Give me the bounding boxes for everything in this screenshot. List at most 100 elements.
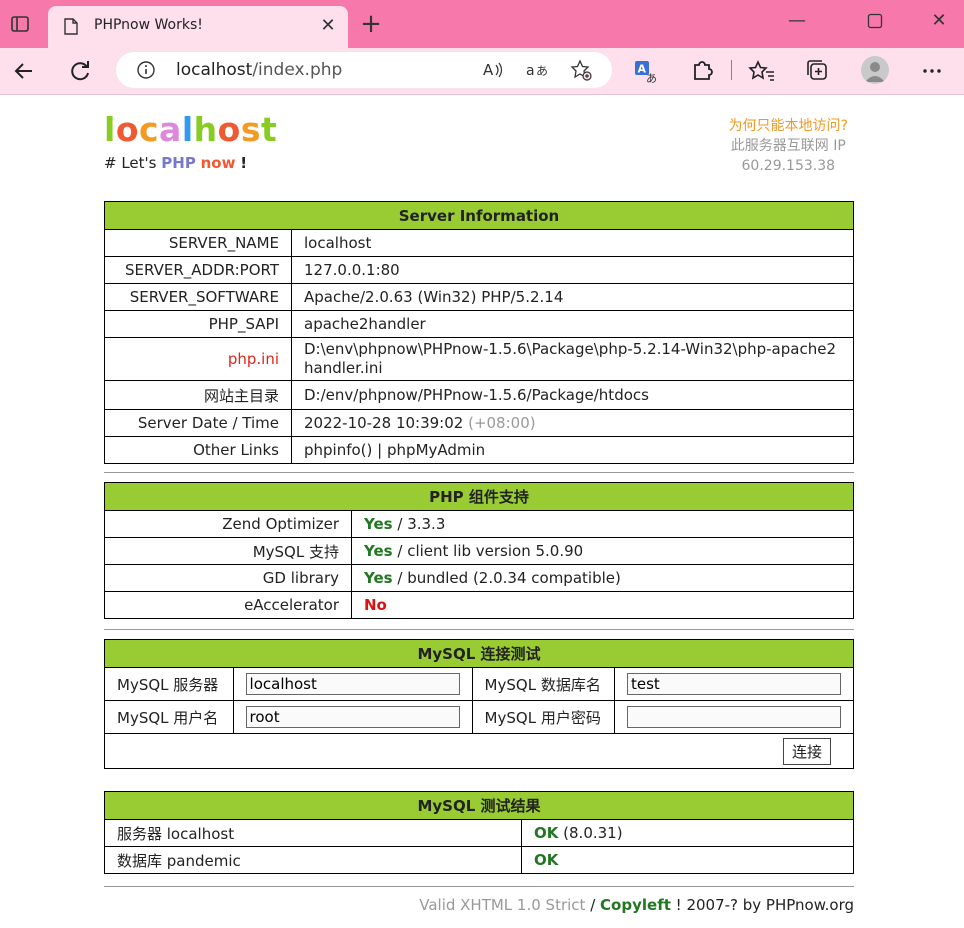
close-icon[interactable]: ✕	[316, 14, 340, 38]
logo-letter: c	[138, 110, 160, 149]
row-key: MySQL 支持	[104, 537, 352, 565]
field-cell	[614, 700, 854, 734]
url-text[interactable]: localhost/index.php	[176, 60, 342, 80]
row-value: apache2handler	[291, 310, 854, 338]
status-detail: / bundled (2.0.34 compatible)	[397, 569, 621, 587]
row-value: No	[351, 591, 854, 619]
mysql-password-input[interactable]	[627, 706, 841, 728]
maximize-icon[interactable]	[867, 13, 883, 29]
table-row: php.ini D:\env\phpnow\PHPnow-1.5.6\Packa…	[104, 337, 854, 381]
status-detail: / client lib version 5.0.90	[397, 542, 584, 560]
logo-letter: o	[217, 110, 241, 149]
profile-icon[interactable]	[861, 56, 889, 84]
extensions-icon[interactable]	[686, 55, 718, 87]
server-ip-info: 为何只能本地访问? 此服务器互联网 IP 60.29.153.38	[729, 116, 848, 176]
connect-button[interactable]: 连接	[782, 737, 831, 765]
plus-icon[interactable]: +	[358, 11, 384, 38]
table-row: Zend Optimizer Yes / 3.3.3	[104, 510, 854, 538]
collections-icon[interactable]	[802, 55, 834, 87]
row-key: 数据库 pandemic	[104, 846, 522, 874]
tagline: # Let's PHP now !	[104, 154, 248, 172]
status-yes: Yes	[364, 542, 393, 560]
mysql-user-label: MySQL 用户名	[104, 700, 234, 734]
valid-xhtml-link[interactable]: Valid XHTML 1.0 Strict	[419, 896, 585, 914]
mysql-server-input[interactable]	[245, 673, 460, 695]
server-info-table: Server Information SERVER_NAME localhost…	[104, 201, 854, 464]
row-value: Yes / client lib version 5.0.90	[351, 537, 854, 565]
translator-icon[interactable]: A あ	[630, 55, 662, 87]
field-cell	[232, 700, 473, 734]
mysql-server-label: MySQL 服务器	[104, 667, 234, 701]
table-row: SERVER_SOFTWARE Apache/2.0.63 (Win32) PH…	[104, 283, 854, 311]
table-row: MySQL 服务器 MySQL 数据库名	[104, 667, 854, 701]
logo-letter: o	[115, 110, 139, 149]
logo-letter: t	[260, 110, 278, 149]
table-row: GD library Yes / bundled (2.0.34 compati…	[104, 564, 854, 592]
phpmyadmin-link[interactable]: phpMyAdmin	[387, 441, 485, 459]
site-logo: localhost	[104, 110, 277, 149]
table-row: 连接	[104, 733, 854, 769]
internet-ip-label: 此服务器互联网 IP	[730, 138, 846, 154]
svg-text:あ: あ	[646, 72, 657, 85]
row-value: D:/env/phpnow/PHPnow-1.5.6/Package/htdoc…	[291, 380, 854, 410]
svg-text:あ: あ	[536, 64, 548, 78]
field-cell	[232, 667, 473, 701]
page-icon	[64, 18, 78, 35]
row-key: Other Links	[104, 436, 292, 464]
row-key: SERVER_SOFTWARE	[104, 283, 292, 311]
copyleft-link[interactable]: Copyleft	[600, 896, 671, 914]
phpinfo-link[interactable]: phpinfo()	[304, 441, 372, 459]
php-components-table: PHP 组件支持 Zend Optimizer Yes / 3.3.3 MySQ…	[104, 482, 854, 619]
row-key: GD library	[104, 564, 352, 592]
table-row: 数据库 pandemic OK	[104, 846, 854, 874]
mysql-version: (8.0.31)	[563, 824, 623, 842]
status-yes: Yes	[364, 515, 393, 533]
php-ini-link[interactable]: php.ini	[104, 337, 292, 381]
favorite-add-icon[interactable]	[570, 59, 592, 81]
field-cell	[614, 667, 854, 701]
status-no: No	[364, 596, 387, 614]
favorites-icon[interactable]	[746, 55, 778, 87]
translate-icon[interactable]: a あ	[526, 59, 548, 81]
row-key: Zend Optimizer	[104, 510, 352, 538]
button-cell: 连接	[104, 733, 854, 769]
title-bar: PHPnow Works! ✕ + — ✕	[0, 0, 964, 48]
svg-text:A: A	[483, 61, 494, 79]
logo-letter: a	[159, 110, 182, 149]
back-icon[interactable]	[8, 55, 40, 87]
mysql-db-label: MySQL 数据库名	[471, 667, 616, 701]
row-value: OK (8.0.31)	[521, 819, 854, 847]
row-value: phpinfo() | phpMyAdmin	[291, 436, 854, 464]
footer-separator: /	[590, 896, 596, 914]
address-bar[interactable]: localhost/index.php A a あ	[116, 52, 612, 88]
mysql-user-input[interactable]	[245, 706, 460, 728]
row-key: Server Date / Time	[104, 409, 292, 437]
table-row: PHP_SAPI apache2handler	[104, 310, 854, 338]
svg-text:a: a	[526, 63, 535, 79]
more-icon[interactable]	[916, 55, 948, 87]
row-key: eAccelerator	[104, 591, 352, 619]
browser-tab[interactable]: PHPnow Works! ✕	[48, 6, 348, 48]
link-separator: |	[377, 441, 383, 459]
row-value: Yes / 3.3.3	[351, 510, 854, 538]
mysql-db-input[interactable]	[627, 673, 841, 695]
table-row: Server Date / Time 2022-10-28 10:39:02 (…	[104, 409, 854, 437]
footer-credit: ! 2007-? by PHPnow.org	[675, 896, 854, 914]
status-yes: Yes	[364, 569, 393, 587]
tab-actions-icon[interactable]	[10, 14, 30, 34]
refresh-icon[interactable]	[64, 55, 96, 87]
status-detail: / 3.3.3	[397, 515, 446, 533]
row-value: Yes / bundled (2.0.34 compatible)	[351, 564, 854, 592]
minimize-icon[interactable]: —	[783, 10, 811, 34]
row-value: 2022-10-28 10:39:02 (+08:00)	[291, 409, 854, 437]
read-aloud-icon[interactable]: A	[482, 59, 504, 81]
mysql-result-title: MySQL 测试结果	[104, 791, 854, 820]
row-value: D:\env\phpnow\PHPnow-1.5.6\Package\php-5…	[291, 337, 854, 381]
table-row: 服务器 localhost OK (8.0.31)	[104, 819, 854, 847]
row-value: Apache/2.0.63 (Win32) PHP/5.2.14	[291, 283, 854, 311]
window-close-icon[interactable]: ✕	[925, 10, 953, 34]
why-local-link[interactable]: 为何只能本地访问?	[729, 116, 848, 136]
status-ok: OK	[534, 851, 559, 869]
info-icon[interactable]	[136, 60, 156, 80]
mysql-test-table: MySQL 连接测试 MySQL 服务器 MySQL 数据库名 MySQL 用户…	[104, 639, 854, 769]
